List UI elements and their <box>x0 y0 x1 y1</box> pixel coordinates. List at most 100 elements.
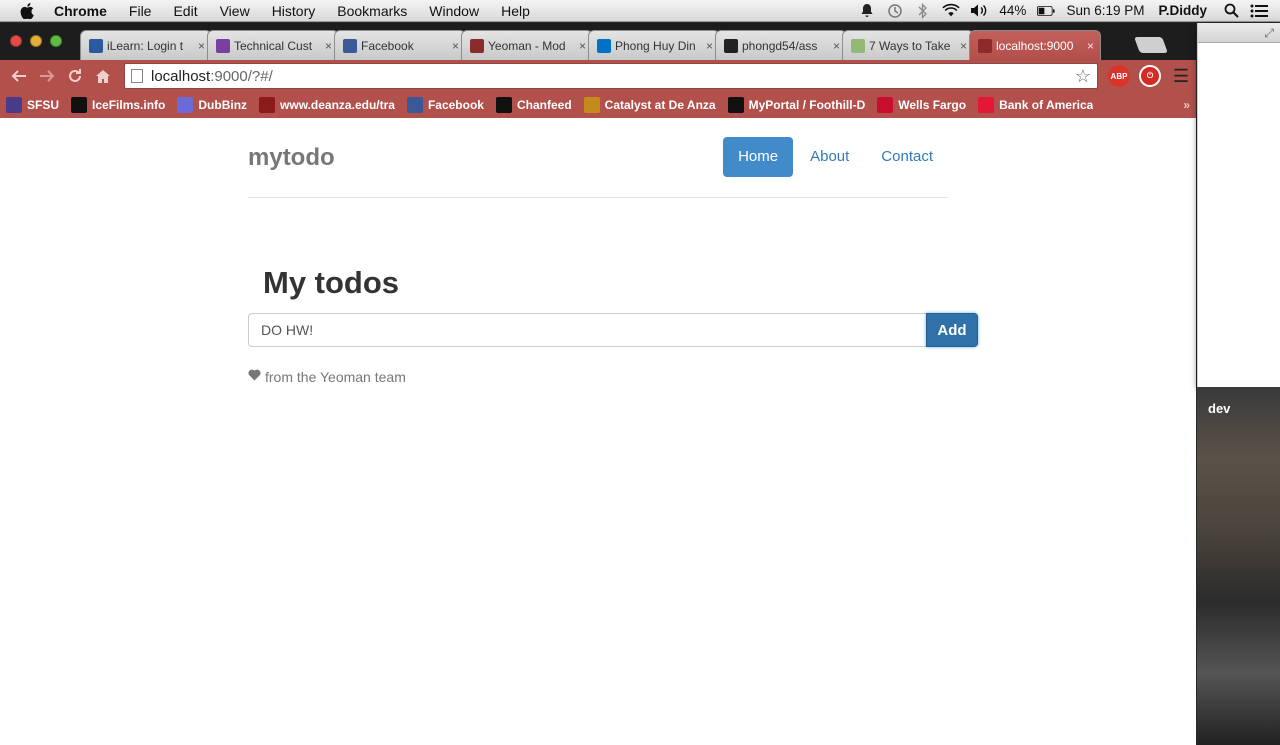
menu-edit[interactable]: Edit <box>173 3 197 19</box>
bookmark-label: Bank of America <box>999 98 1094 112</box>
bluetooth-icon[interactable] <box>914 2 932 19</box>
dubbinz-icon <box>177 97 194 113</box>
tab-close-icon[interactable]: × <box>706 39 713 53</box>
browser-toolbar: localhost:9000/?#/ ☆ ABP ⏻ ☰ <box>0 60 1196 92</box>
time-machine-icon[interactable] <box>886 3 904 19</box>
spotlight-search-icon[interactable] <box>1222 3 1240 19</box>
battery-icon[interactable] <box>1037 3 1056 19</box>
page-icon <box>131 69 143 83</box>
tab-close-icon[interactable]: × <box>1087 39 1094 53</box>
volume-icon[interactable] <box>970 3 988 19</box>
bookmark-item[interactable]: SFSU <box>6 97 59 113</box>
bookmark-item[interactable]: www.deanza.edu/tra <box>259 97 395 113</box>
nav-home[interactable]: Home <box>723 137 794 177</box>
home-icon[interactable] <box>92 65 114 87</box>
bookmark-item[interactable]: Bank of America <box>978 97 1093 113</box>
back-arrow-icon[interactable] <box>8 65 30 87</box>
browser-tab[interactable]: Phong Huy Din × <box>588 30 720 60</box>
browser-tab[interactable]: Technical Cust × <box>207 30 339 60</box>
tab-close-icon[interactable]: × <box>833 39 840 53</box>
tab-strip: iLearn: Login t × Technical Cust × Facebook ×… <box>0 23 1196 60</box>
catalyst-icon <box>583 97 600 113</box>
clock[interactable]: Sun 6:19 PM <box>1066 3 1144 18</box>
nav-about[interactable]: About <box>795 137 864 177</box>
tab-label: Phong Huy Din <box>615 38 696 53</box>
desktop-folder-label[interactable]: dev <box>1208 401 1230 416</box>
sfsu-icon <box>6 97 22 113</box>
chrome-window: iLearn: Login t × Technical Cust × Facebook ×… <box>0 23 1196 745</box>
facebook-icon <box>406 97 423 113</box>
tab-label: Yeoman - Mod <box>488 38 566 53</box>
yeoman-icon <box>470 38 484 53</box>
menu-history[interactable]: History <box>272 3 316 19</box>
todo-input[interactable] <box>248 313 926 347</box>
browser-tab[interactable]: iLearn: Login t × <box>80 30 212 60</box>
extension-power-icon[interactable]: ⏻ <box>1139 65 1161 87</box>
apple-icon[interactable] <box>18 2 36 20</box>
address-path: :9000/?#/ <box>210 67 273 85</box>
bookmark-item[interactable]: Catalyst at De Anza <box>583 97 716 113</box>
browser-tab[interactable]: localhost:9000 × <box>969 30 1101 60</box>
forward-arrow-icon[interactable] <box>36 65 58 87</box>
minimize-window-button[interactable] <box>30 35 42 47</box>
page-footer: from the Yeoman team <box>248 368 406 385</box>
menu-view[interactable]: View <box>220 3 250 19</box>
wifi-icon[interactable] <box>942 3 961 19</box>
tab-close-icon[interactable]: × <box>198 39 205 53</box>
todo-form: Add <box>248 313 978 347</box>
tab-close-icon[interactable]: × <box>579 39 586 53</box>
bookmark-item[interactable]: Wells Fargo <box>877 97 966 113</box>
notification-bell-icon[interactable] <box>858 3 876 19</box>
background-window-titlebar[interactable]: ⤢ <box>1198 23 1280 43</box>
adblock-plus-icon[interactable]: ABP <box>1108 65 1130 87</box>
close-window-button[interactable] <box>10 35 22 47</box>
user-name[interactable]: P.Diddy <box>1158 3 1207 18</box>
tab-label: phongd54/ass <box>742 38 818 53</box>
zoom-window-button[interactable] <box>50 35 62 47</box>
site-nav: Home About Contact <box>721 137 948 177</box>
bookmark-item[interactable]: Facebook <box>406 97 484 113</box>
desktop-wallpaper <box>1197 387 1280 745</box>
nav-contact[interactable]: Contact <box>866 137 948 177</box>
reload-icon[interactable] <box>64 65 86 87</box>
yeoman-icon <box>978 38 992 53</box>
bookmarks-bar: SFSU IceFilms.info DubBinz www.deanza.edu/t… <box>0 92 1196 119</box>
tab-close-icon[interactable]: × <box>960 39 967 53</box>
tabs: iLearn: Login t × Technical Cust × Facebook ×… <box>80 30 1101 60</box>
bookmark-label: www.deanza.edu/tra <box>280 98 395 112</box>
bookmark-item[interactable]: MyPortal / Foothill-D <box>727 97 865 113</box>
icefilms-icon <box>71 97 88 113</box>
notification-center-icon[interactable] <box>1250 3 1268 19</box>
tab-close-icon[interactable]: × <box>452 39 459 53</box>
macos-menu-bar: Chrome File Edit View History Bookmarks … <box>0 0 1280 22</box>
bookmark-star-icon[interactable]: ☆ <box>1075 66 1091 87</box>
github-icon <box>724 38 738 53</box>
menu-file[interactable]: File <box>129 3 152 19</box>
menu-app-chrome[interactable]: Chrome <box>54 3 107 19</box>
bookmark-label: Facebook <box>427 98 484 112</box>
bookmark-item[interactable]: IceFilms.info <box>71 97 165 113</box>
browser-tab[interactable]: Yeoman - Mod × <box>461 30 593 60</box>
add-todo-button[interactable]: Add <box>926 313 978 347</box>
menu-bookmarks[interactable]: Bookmarks <box>337 3 407 19</box>
heart-icon <box>248 368 261 385</box>
browser-tab[interactable]: Facebook × <box>334 30 466 60</box>
menu-window[interactable]: Window <box>429 3 479 19</box>
menu-help[interactable]: Help <box>501 3 530 19</box>
chrome-menu-icon[interactable]: ☰ <box>1173 66 1189 87</box>
address-bar[interactable]: localhost:9000/?#/ ☆ <box>124 63 1098 89</box>
browser-tab[interactable]: 7 Ways to Take × <box>842 30 974 60</box>
resize-icon[interactable]: ⤢ <box>1264 26 1274 41</box>
new-tab-button[interactable] <box>1134 37 1168 53</box>
yinyang-icon <box>495 97 512 113</box>
background-window[interactable]: ⤢ <box>1197 23 1280 387</box>
tab-label: Facebook <box>361 38 414 53</box>
site-brand[interactable]: mytodo <box>248 144 335 172</box>
bookmark-item[interactable]: Chanfeed <box>495 97 572 113</box>
web-page: mytodo Home About Contact My todos Add f… <box>0 118 1196 745</box>
browser-tab[interactable]: phongd54/ass × <box>715 30 847 60</box>
bookmarks-overflow-icon[interactable]: » <box>1183 98 1190 112</box>
bookmark-item[interactable]: DubBinz <box>177 97 247 113</box>
tab-close-icon[interactable]: × <box>325 39 332 53</box>
tab-label: 7 Ways to Take <box>869 38 951 53</box>
